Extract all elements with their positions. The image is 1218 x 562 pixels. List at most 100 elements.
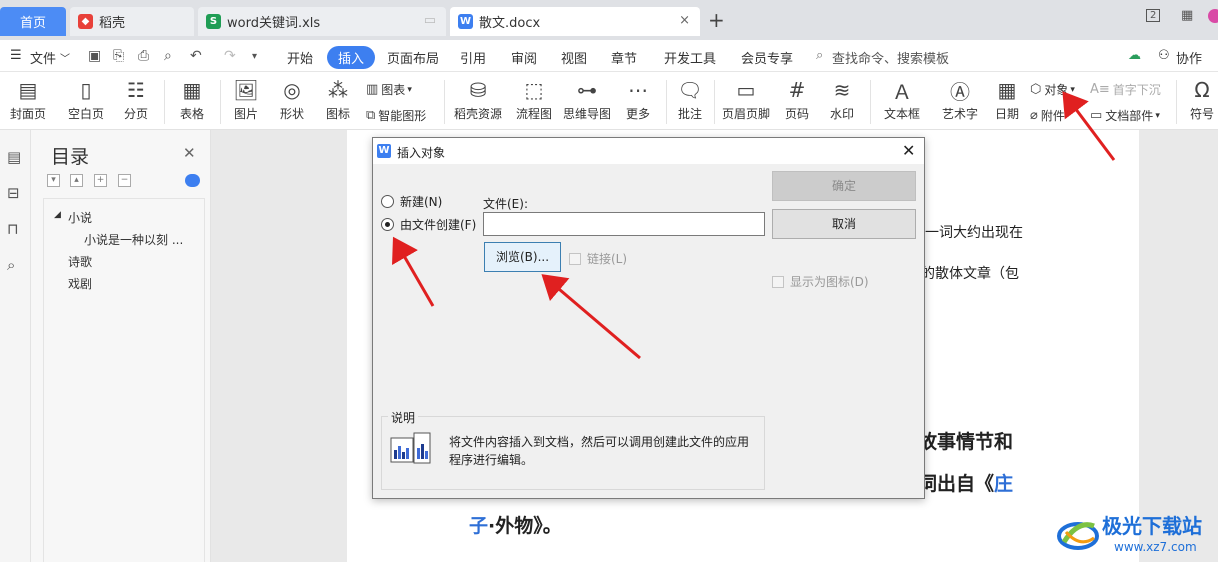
tab-home[interactable]: 首页: [0, 7, 66, 36]
page-number-button[interactable]: # 页码: [778, 72, 816, 122]
shape-button[interactable]: ◎ 形状: [274, 72, 310, 122]
collapse-icon[interactable]: ▴: [70, 174, 83, 187]
window-layout-icon[interactable]: 2: [1146, 9, 1161, 22]
table-button[interactable]: ▦ 表格: [174, 72, 210, 122]
attachment-button[interactable]: ⌀ 附件: [1030, 107, 1065, 124]
tab-close-icon[interactable]: ×: [679, 13, 690, 28]
menu-review[interactable]: 审阅: [511, 48, 537, 67]
chevron-down-icon[interactable]: ﹀: [60, 50, 70, 65]
mindmap-label: 思维导图: [562, 107, 611, 121]
left-rail: ▤ ⊟ ⊓ ⌕: [0, 130, 31, 562]
file-path-input[interactable]: [483, 212, 765, 236]
flowchart-label: 流程图: [515, 107, 552, 121]
print-icon[interactable]: ⎙: [138, 48, 149, 64]
blank-page-button[interactable]: ▯ 空白页: [62, 72, 110, 122]
hamburger-icon[interactable]: ☰: [10, 48, 22, 63]
symbol-button[interactable]: Ω 符号: [1184, 72, 1218, 122]
wordart-button[interactable]: Ⓐ 艺术字: [936, 72, 984, 122]
picture-icon: 🖼: [233, 78, 259, 102]
textbox-label: 文本框: [883, 107, 920, 121]
collab-icon: ⚇: [1158, 48, 1170, 63]
mindmap-button[interactable]: ⊶ 思维导图: [562, 72, 612, 122]
show-as-icon-checkbox[interactable]: 显示为图标(D): [772, 273, 869, 290]
textbox-button[interactable]: Ａ 文本框: [878, 72, 926, 122]
shape-icon: ◎: [283, 78, 301, 102]
browse-button[interactable]: 浏览(B)...: [484, 242, 561, 272]
menu-view[interactable]: 视图: [561, 48, 587, 67]
command-search[interactable]: 查找命令、搜索模板: [832, 48, 949, 67]
tab-spreadsheet[interactable]: S word关键词.xls ▭: [198, 7, 446, 36]
print-preview-icon[interactable]: ⌕: [164, 48, 172, 64]
menu-chapter[interactable]: 章节: [611, 48, 637, 67]
menu-developer[interactable]: 开发工具: [664, 48, 716, 67]
link-checkbox[interactable]: 链接(L): [569, 250, 627, 267]
cover-page-button[interactable]: ▤ 封面页: [6, 72, 50, 122]
menu-start[interactable]: 开始: [287, 48, 313, 67]
picture-button[interactable]: 🖼 图片: [228, 72, 264, 122]
description-label: 说明: [388, 409, 419, 426]
grid-apps-icon[interactable]: ▦: [1181, 8, 1193, 23]
remove-heading-icon[interactable]: −: [118, 174, 131, 187]
dropcap-button[interactable]: A≡ 首字下沉: [1090, 81, 1161, 98]
chart-button[interactable]: ▥ 图表 ▾: [366, 81, 412, 98]
close-icon[interactable]: ✕: [183, 144, 196, 162]
new-tab-button[interactable]: +: [708, 10, 725, 30]
smart-graphic-button[interactable]: ⧉ 智能图形: [366, 107, 426, 124]
menu-file[interactable]: 文件: [30, 48, 56, 67]
toc-item[interactable]: 戏剧: [68, 275, 92, 292]
page-break-button[interactable]: ☷ 分页: [118, 72, 154, 122]
menu-references[interactable]: 引用: [460, 48, 486, 67]
customize-toolbar-icon[interactable]: ▾: [252, 51, 257, 62]
menu-insert[interactable]: 插入: [327, 46, 376, 69]
undo-icon[interactable]: ↶: [190, 48, 202, 64]
add-heading-icon[interactable]: +: [94, 174, 107, 187]
radio-create-from-file[interactable]: 由文件创建(F): [381, 216, 476, 233]
writer-icon: W: [377, 144, 391, 158]
toc-item[interactable]: 诗歌: [68, 253, 92, 270]
outline-icon[interactable]: ▤: [7, 148, 21, 166]
tab-daoke[interactable]: ◆ 稻壳: [70, 7, 194, 36]
chevron-down-icon[interactable]: ◢: [54, 210, 61, 220]
comment-button[interactable]: 🗨 批注: [674, 72, 706, 122]
doc-parts-button[interactable]: ▭ 文档部件 ▾: [1090, 107, 1160, 124]
header-footer-button[interactable]: ▭ 页眉页脚: [720, 72, 772, 122]
flowchart-button[interactable]: ⬚ 流程图: [514, 72, 554, 122]
redo-icon[interactable]: ↷: [224, 48, 236, 64]
toc-eye-icon[interactable]: [185, 174, 200, 187]
icon-button[interactable]: ⁂ 图标: [320, 72, 356, 122]
chevron-down-icon: ▾: [1155, 110, 1160, 121]
user-avatar[interactable]: [1208, 9, 1218, 23]
export-pdf-icon[interactable]: ⎘: [113, 48, 124, 64]
expand-icon[interactable]: ▾: [47, 174, 60, 187]
dialog-titlebar[interactable]: W 插入对象 ✕: [373, 138, 924, 164]
save-icon[interactable]: ▣: [88, 48, 101, 64]
cloud-sync-icon[interactable]: ☁: [1128, 48, 1141, 63]
chapter-nav-icon[interactable]: ⊟: [7, 184, 20, 202]
comment-icon: 🗨: [677, 78, 703, 102]
date-button[interactable]: ▦ 日期: [990, 72, 1024, 122]
object-button[interactable]: ⬡ 对象 ▾: [1030, 81, 1075, 98]
toc-item[interactable]: 小说: [68, 209, 92, 226]
collab-button[interactable]: 协作: [1176, 48, 1202, 67]
toc-item[interactable]: 小说是一种以刻 ...: [84, 231, 183, 248]
tab-document[interactable]: W 散文.docx ×: [450, 7, 700, 36]
close-icon[interactable]: ✕: [902, 141, 915, 160]
watermark-button[interactable]: ≋ 水印: [822, 72, 862, 122]
cancel-button[interactable]: 取消: [772, 209, 916, 239]
radio-create-new-label: 新建(N): [400, 195, 443, 209]
dialog-title: 插入对象: [397, 146, 446, 160]
daoke-resource-label: 稻壳资源: [453, 107, 502, 121]
smart-graphic-icon: ⧉: [366, 108, 376, 123]
more-button[interactable]: ⋯ 更多: [620, 72, 656, 122]
find-icon[interactable]: ⌕: [7, 256, 15, 274]
monitor-icon: ▭: [423, 13, 436, 28]
menu-member[interactable]: 会员专享: [741, 48, 793, 67]
bookmark-icon[interactable]: ⊓: [7, 220, 19, 238]
radio-create-new[interactable]: 新建(N): [381, 193, 442, 210]
ok-button[interactable]: 确定: [772, 171, 916, 201]
doc-text-part: ·外物》。: [488, 515, 562, 537]
menu-page-layout[interactable]: 页面布局: [387, 48, 439, 67]
daoke-resource-button[interactable]: ⛁ 稻壳资源: [452, 72, 504, 122]
spreadsheet-icon: S: [206, 14, 221, 29]
tab-document-label: 散文.docx: [479, 16, 541, 31]
